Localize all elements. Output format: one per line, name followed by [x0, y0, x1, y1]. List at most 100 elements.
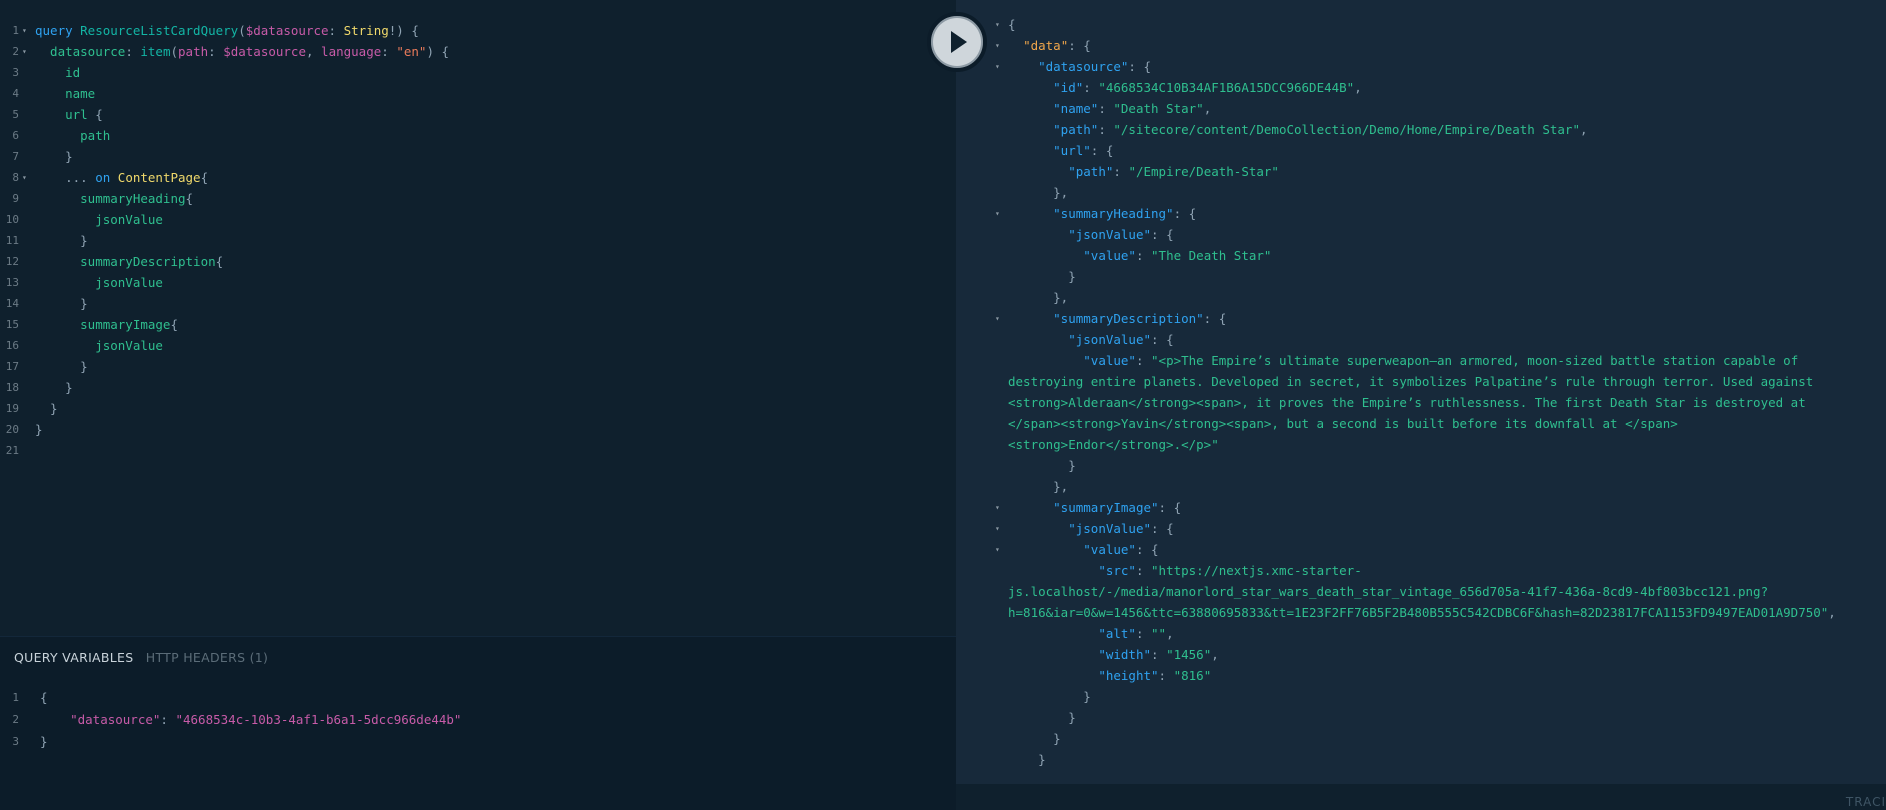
result-line: }, — [956, 182, 1886, 203]
fold-toggle-icon[interactable]: ▾ — [22, 20, 27, 41]
result-line: ▾ "jsonValue": { — [956, 518, 1886, 539]
code-token: } — [35, 233, 88, 248]
code-token: : { — [1173, 206, 1197, 221]
code-token: ( — [170, 44, 179, 59]
code-token: jsonValue — [35, 338, 163, 353]
code-token: : { — [1151, 227, 1174, 242]
fold-toggle-icon[interactable]: ▾ — [22, 41, 27, 62]
result-text: h=816&iar=0&w=1456&ttc=63880695833&tt=1E… — [1008, 602, 1836, 623]
result-line: "value": "The Death Star" — [956, 245, 1886, 266]
fold-toggle-icon[interactable]: ▾ — [995, 14, 1000, 35]
code-line: 19 } — [0, 398, 956, 419]
result-text: "jsonValue": { — [1008, 224, 1174, 245]
result-text: "alt": "", — [1008, 623, 1173, 644]
code-token: : — [1151, 647, 1167, 662]
result-text: } — [1008, 707, 1076, 728]
fold-toggle-icon[interactable]: ▾ — [995, 35, 1000, 56]
result-line: ▾ "summaryDescription": { — [956, 308, 1886, 329]
code-text: id — [35, 62, 80, 83]
result-line: "path": "/Empire/Death-Star" — [956, 161, 1886, 182]
code-token: , — [1203, 101, 1212, 116]
line-number: 12 — [5, 255, 19, 268]
code-token: "/sitecore/content/DemoCollection/Demo/H… — [1113, 122, 1580, 137]
result-line: "src": "https://nextjs.xmc-starter- — [956, 560, 1886, 581]
code-token: "summaryImage" — [1053, 500, 1159, 515]
result-text: "summaryDescription": { — [1008, 308, 1226, 329]
fold-toggle-icon[interactable]: ▾ — [995, 518, 1000, 539]
result-panel[interactable]: ▾{▾ "data": {▾ "datasource": { "id": "46… — [956, 0, 1886, 784]
code-token: h=816&iar=0&w=1456&ttc=63880695833&tt=1E… — [1008, 605, 1829, 620]
code-text: "datasource": "4668534c-10b3-4af1-b6a1-5… — [40, 709, 461, 731]
code-token: : — [1098, 101, 1114, 116]
result-text: <strong>Endor</strong>.</p>" — [1008, 434, 1219, 455]
code-token: } — [1008, 458, 1076, 473]
code-token: } — [1008, 731, 1061, 746]
result-line: "name": "Death Star", — [956, 98, 1886, 119]
fold-toggle-icon[interactable]: ▾ — [995, 539, 1000, 560]
code-token: : — [1135, 248, 1152, 263]
code-token: "<p>The Empire’s ultimate superweapon—an… — [1151, 353, 1799, 368]
fold-toggle-icon[interactable]: ▾ — [22, 167, 27, 188]
execute-query-button[interactable] — [927, 12, 987, 72]
code-token: path — [35, 128, 111, 143]
fold-toggle-icon[interactable]: ▾ — [995, 56, 1000, 77]
code-token: { — [170, 317, 178, 332]
fold-toggle-icon[interactable]: ▾ — [995, 497, 1000, 518]
result-line: } — [956, 455, 1886, 476]
code-text: query ResourceListCardQuery($datasource:… — [35, 20, 419, 41]
fold-toggle-icon[interactable]: ▾ — [995, 308, 1000, 329]
result-text: js.localhost/-/media/manorlord_star_wars… — [1008, 581, 1768, 602]
code-token: "/Empire/Death-Star" — [1128, 164, 1279, 179]
result-line: "id": "4668534C10B34AF1B6A15DCC966DE44B"… — [956, 77, 1886, 98]
code-text: summaryImage{ — [35, 314, 178, 335]
result-text: } — [1008, 749, 1046, 770]
code-token: , — [1354, 80, 1362, 95]
code-token: "path" — [1068, 164, 1114, 179]
line-number: 15 — [5, 318, 19, 331]
code-text: jsonValue — [35, 209, 163, 230]
tab-query-variables[interactable]: QUERY VARIABLES — [14, 650, 133, 665]
code-token: { — [215, 254, 224, 269]
code-token: { — [40, 690, 48, 705]
tracing-tab[interactable]: TRACI — [1846, 795, 1886, 809]
result-text: "url": { — [1008, 140, 1113, 161]
tab-http-headers[interactable]: HTTP HEADERS (1) — [146, 650, 268, 665]
result-line: "path": "/sitecore/content/DemoCollectio… — [956, 119, 1886, 140]
fold-toggle-icon[interactable]: ▾ — [995, 203, 1000, 224]
result-line: ▾ "value": { — [956, 539, 1886, 560]
result-line: "alt": "", — [956, 623, 1886, 644]
query-editor-lines[interactable]: 1 ▾ query ResourceListCardQuery($datasourc… — [0, 20, 956, 461]
code-text: summaryHeading{ — [35, 188, 193, 209]
result-text: } — [1008, 728, 1061, 749]
code-token: } — [1008, 689, 1091, 704]
code-token: : { — [1135, 542, 1159, 557]
variables-line: 1{ — [0, 687, 956, 709]
code-token: "path" — [1053, 122, 1099, 137]
code-token: } — [1008, 752, 1046, 767]
code-line: 10 jsonValue — [0, 209, 956, 230]
line-number: 6 — [12, 129, 19, 142]
line-number: 7 — [12, 150, 19, 163]
code-token: language — [321, 44, 382, 59]
code-token: destroying entire planets. Developed in … — [1008, 374, 1814, 389]
code-token: : — [125, 44, 141, 59]
code-text: name — [35, 83, 95, 104]
code-token: ) { — [426, 44, 450, 59]
code-token: summaryHeading — [35, 191, 186, 206]
code-token: } — [1008, 710, 1076, 725]
code-token: </span><strong>Yavin</strong><span>, but… — [1008, 416, 1678, 431]
code-token: "url" — [1053, 143, 1091, 158]
code-token: : — [381, 44, 397, 59]
result-line: "width": "1456", — [956, 644, 1886, 665]
code-token: "datasource" — [1038, 59, 1129, 74]
code-text: } — [35, 356, 88, 377]
query-editor[interactable]: 1 ▾ query ResourceListCardQuery($datasourc… — [0, 0, 956, 636]
variables-editor[interactable]: 1{2 "datasource": "4668534c-10b3-4af1-b6… — [0, 687, 956, 753]
